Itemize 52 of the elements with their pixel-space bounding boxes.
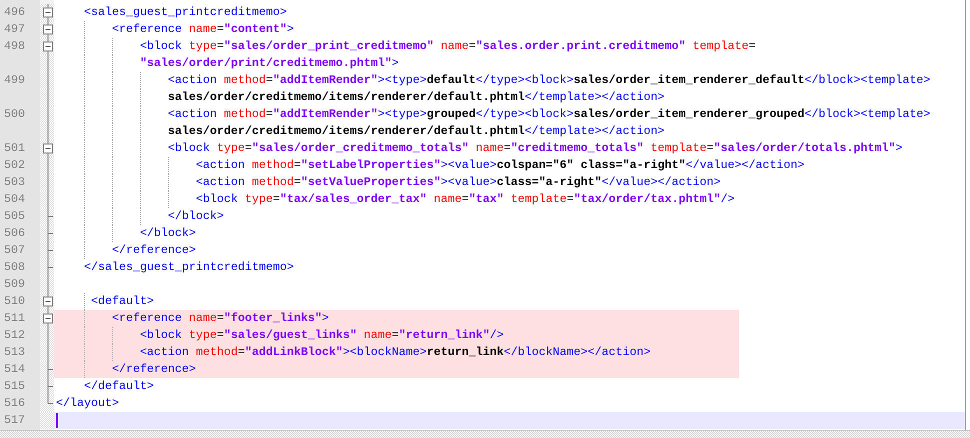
collapse-icon[interactable] (40, 140, 54, 157)
code-line: </layout> (56, 396, 119, 410)
code-line: </sales_guest_printcreditmemo> (82, 260, 294, 274)
code-line: <action method="addLinkBlock"><blockName>return_link</blockName></action> (138, 345, 651, 359)
collapse-icon[interactable] (40, 4, 54, 21)
line-number: 517 (4, 413, 25, 427)
line-number: 514 (4, 362, 25, 376)
code-line: </reference> (110, 362, 196, 376)
line-number: 503 (4, 175, 25, 189)
code-line: </block> (138, 226, 196, 240)
line-number: 509 (4, 277, 25, 291)
code-line: <block type="tax/sales_order_tax" name="tax" template="tax/order/tax.phtml"/> (194, 192, 735, 206)
code-line: <default> (90, 294, 154, 308)
code-line: <block type="sales/order_creditmemo_totals" name="creditmemo_totals" template="sales/order/totals.phtml"> (166, 141, 902, 155)
line-number: 501 (4, 141, 25, 155)
line-number: 510 (4, 294, 25, 308)
code-line: <reference name="content"> (110, 22, 294, 36)
code-line: "sales/order/print/creditmemo.phtml"> (138, 56, 399, 70)
code-line: </reference> (110, 243, 196, 257)
line-number: 500 (4, 107, 25, 121)
line-number: 507 (4, 243, 25, 257)
line-number: 506 (4, 226, 25, 240)
line-number: 515 (4, 379, 25, 393)
code-line: sales/order/creditmemo/items/renderer/default.phtml</template></action> (166, 90, 665, 104)
code-line: </default> (82, 379, 154, 393)
text-cursor (56, 413, 58, 428)
collapse-icon[interactable] (40, 38, 54, 55)
collapse-icon[interactable] (40, 293, 54, 310)
line-number: 502 (4, 158, 25, 172)
collapse-icon[interactable] (40, 21, 54, 38)
line-number: 497 (4, 22, 25, 36)
code-line: <action method="setLabelProperties"><value>colspan="6" class="a-right"</value></action> (194, 158, 805, 172)
code-line: <sales_guest_printcreditmemo> (82, 5, 287, 19)
line-number: 498 (4, 39, 25, 53)
code-line: </block> (166, 209, 224, 223)
line-number: 504 (4, 192, 25, 206)
code-line: <block type="sales/order_print_creditmemo" name="sales.order.print.creditmemo" template= (138, 39, 756, 53)
line-number: 511 (4, 311, 25, 325)
code-line: sales/order/creditmemo/items/renderer/default.phtml</template></action> (166, 124, 665, 138)
line-number: 505 (4, 209, 25, 223)
collapse-icon[interactable] (40, 310, 54, 327)
code-line: <reference name="footer_links"> (110, 311, 329, 325)
code-line: <action method="addItemRender"><type>default</type><block>sales/order_item_renderer_default</block><template> (166, 73, 930, 87)
code-line: <action method="addItemRender"><type>grouped</type><block>sales/order_item_renderer_grouped</block><template> (166, 107, 930, 121)
line-number: 513 (4, 345, 25, 359)
line-number: 499 (4, 73, 25, 87)
line-number: 512 (4, 328, 25, 342)
code-line: <action method="setValueProperties"><value>class="a-right"</value></action> (194, 175, 721, 189)
line-number: 516 (4, 396, 25, 410)
code-line: <block type="sales/guest_links" name="return_link"/> (138, 328, 504, 342)
line-number: 508 (4, 260, 25, 274)
line-number: 496 (4, 5, 25, 19)
